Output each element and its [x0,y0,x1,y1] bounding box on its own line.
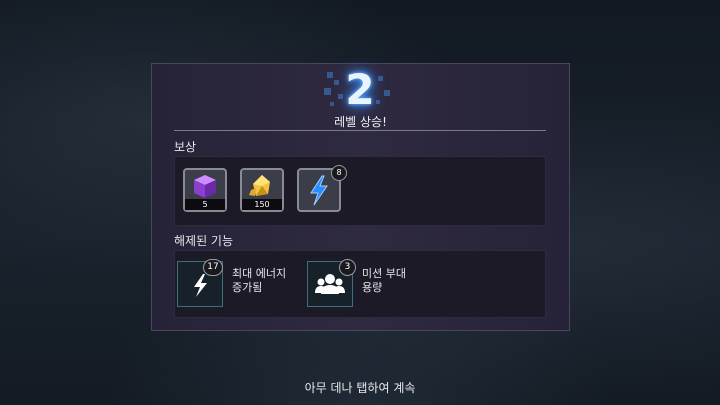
level-badge: 2 [310,66,410,114]
tap-to-continue-text[interactable]: 아무 데나 탭하여 계속 [0,379,720,396]
reward-purple-cube[interactable]: 5 [183,168,227,212]
rewards-box [174,156,546,226]
rewards-label: 보상 [174,140,197,154]
reward-quantity: 5 [185,199,225,210]
reward-gold-crystal[interactable]: 150 [240,168,284,212]
level-number: 2 [345,65,375,114]
gold-crystal-icon [249,175,270,196]
reward-quantity: 150 [242,199,282,210]
purple-cube-icon [194,175,216,198]
feature-text-line2: 증가됨 [232,281,263,294]
reward-badge: 8 [331,165,347,181]
feature-mission-squad-text: 미션 부대 용량 [362,267,406,295]
feature-max-energy-text: 최대 에너지 증가됨 [232,267,286,295]
feature-text-line1: 미션 부대 [362,267,406,280]
unlocked-features-label: 해제된 기능 [174,234,234,248]
feature-badge: 17 [203,259,223,276]
divider [174,130,546,131]
unlocked-features-box [174,250,546,318]
feature-text-line2: 용량 [362,281,383,294]
feature-text-line1: 최대 에너지 [232,267,287,280]
level-up-title: 레벨 상승! [334,115,387,129]
feature-badge: 3 [339,259,356,276]
